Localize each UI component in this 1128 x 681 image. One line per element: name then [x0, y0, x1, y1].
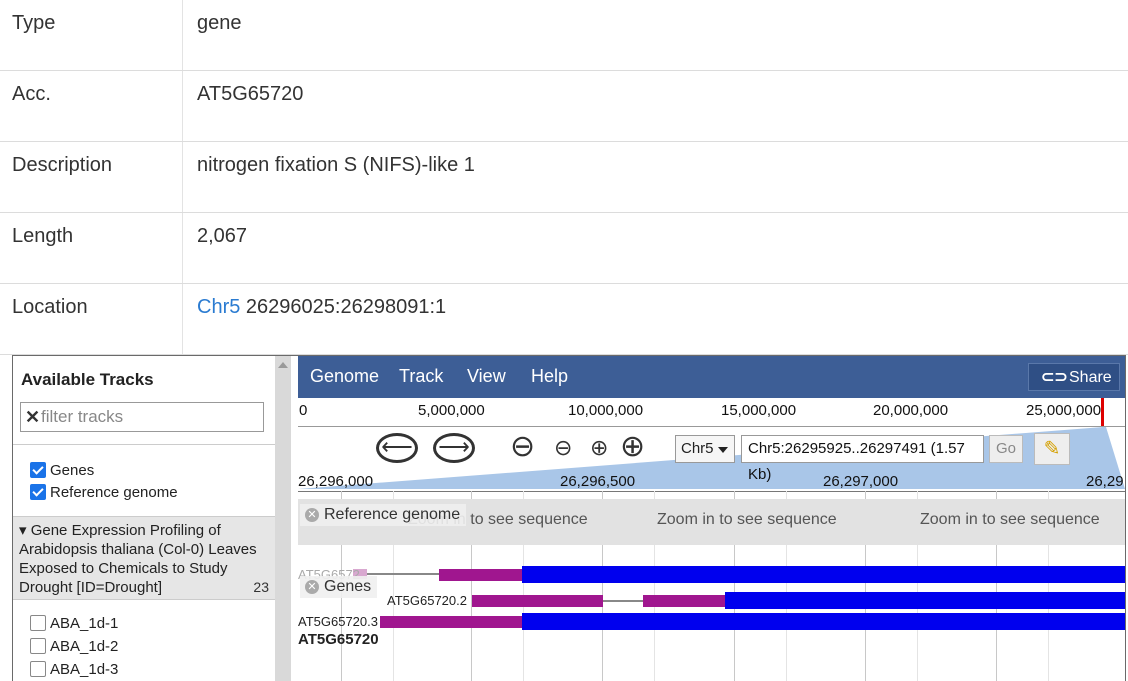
- zoom-in-large-icon[interactable]: ⊕: [620, 429, 645, 464]
- menu-view[interactable]: View: [467, 366, 506, 387]
- zoom-out-small-icon[interactable]: ⊖: [554, 435, 572, 461]
- cds-segment[interactable]: [522, 613, 1125, 630]
- info-row-location: Location Chr5 26296025:26298091:1: [0, 284, 1128, 355]
- location-input[interactable]: Chr5:26295925..26297491 (1.57 Kb): [741, 435, 984, 483]
- gene-name-label: AT5G65720: [298, 631, 379, 648]
- chromosome-select[interactable]: Chr5: [675, 435, 735, 463]
- panel-scrollbar[interactable]: [275, 356, 291, 681]
- highlight-pencil-button[interactable]: ✎: [1034, 433, 1070, 465]
- detail-ruler: 26,296,000 26,296,500 26,297,000 26,29: [298, 473, 1125, 492]
- close-track-icon[interactable]: ✕: [305, 580, 319, 594]
- location-coordinates: 26296025:26298091:1: [240, 296, 447, 318]
- info-value: AT5G65720: [197, 83, 304, 105]
- overview-tick: 15,000,000: [721, 402, 797, 419]
- feature-label: AT5G65720.2: [387, 593, 467, 608]
- info-row-length: Length 2,067: [0, 213, 1128, 284]
- category-count: 23: [253, 579, 269, 595]
- track-label-aba-1d-2[interactable]: ABA_1d-2: [50, 638, 118, 655]
- utr-segment[interactable]: [472, 595, 603, 607]
- info-row-accession: Acc. AT5G65720: [0, 71, 1128, 142]
- feature-label: AT5G65720.3: [298, 614, 378, 629]
- checkbox-aba-1d-2[interactable]: [30, 638, 46, 654]
- scroll-up-icon[interactable]: [278, 362, 288, 368]
- track-category[interactable]: ▾ Gene Expression Profiling of Arabidops…: [13, 516, 275, 600]
- divider: [13, 444, 275, 445]
- share-label: Share: [1069, 369, 1112, 386]
- track-label-genes[interactable]: Genes: [50, 462, 94, 479]
- info-value: nitrogen fixation S (NIFS)-like 1: [197, 154, 475, 176]
- pan-right-button[interactable]: ⟶: [433, 433, 475, 463]
- chromosome-link[interactable]: Chr5: [197, 296, 240, 318]
- checkbox-aba-1d-1[interactable]: [30, 615, 46, 631]
- filter-tracks-input[interactable]: ✕ filter tracks: [20, 402, 264, 432]
- category-label: ▾ Gene Expression Profiling of Arabidops…: [19, 522, 257, 596]
- detail-tick: 26,296,500: [560, 473, 636, 490]
- zoom-message: Zoom in to see sequence: [920, 511, 1100, 528]
- checkbox-reference-genome[interactable]: [30, 484, 46, 500]
- reference-genome-track-label[interactable]: ✕ Reference genome: [300, 504, 467, 526]
- column-divider: [182, 213, 183, 283]
- close-track-icon[interactable]: ✕: [305, 508, 319, 522]
- genes-track-label[interactable]: ✕ Genes: [300, 576, 378, 598]
- info-value: gene: [197, 12, 242, 34]
- menu-bar: Genome Track View Help ⊂⊃ Share: [298, 356, 1125, 398]
- menu-help[interactable]: Help: [531, 366, 568, 387]
- cds-segment[interactable]: [522, 566, 1125, 583]
- info-value: 2,067: [197, 225, 248, 247]
- navigation-bar: ⟵ ⟶ ⊖ ⊖ ⊕ ⊕ Chr5 Chr5:26295925..26297491…: [298, 427, 1125, 483]
- genome-browser: Available Tracks ✕ filter tracks Genes R…: [12, 355, 1126, 681]
- info-value: Chr5 26296025:26298091:1: [197, 284, 446, 330]
- chevron-down-icon: [718, 447, 728, 453]
- share-button[interactable]: ⊂⊃ Share: [1028, 363, 1120, 391]
- info-row-type: Type gene: [0, 0, 1128, 71]
- info-key: Acc.: [12, 83, 51, 105]
- column-divider: [182, 0, 183, 70]
- menu-genome[interactable]: Genome: [310, 366, 379, 387]
- intron-line: [603, 600, 643, 602]
- panel-title: Available Tracks: [21, 370, 154, 389]
- column-divider: [182, 142, 183, 212]
- utr-segment[interactable]: [643, 595, 725, 607]
- zoom-message: Zoom in to see sequence: [657, 511, 837, 528]
- info-key: Length: [12, 225, 74, 247]
- overview-tick: 25,000,000: [1026, 402, 1102, 419]
- column-divider: [182, 71, 183, 141]
- overview-tick: 10,000,000: [568, 402, 644, 419]
- genome-view: Genome Track View Help ⊂⊃ Share 0 5,000,…: [298, 356, 1125, 681]
- detail-tick: 26,29: [1086, 473, 1124, 490]
- current-region-marker[interactable]: [1101, 398, 1104, 426]
- info-key: Type: [12, 12, 56, 34]
- overview-tick: 20,000,000: [873, 402, 949, 419]
- info-key: Location: [12, 296, 88, 318]
- zoom-in-small-icon[interactable]: ⊕: [590, 435, 608, 461]
- go-button[interactable]: Go: [989, 435, 1023, 463]
- track-label-aba-1d-3[interactable]: ABA_1d-3: [50, 661, 118, 678]
- zoom-out-large-icon[interactable]: ⊖: [510, 429, 535, 464]
- clear-filter-icon[interactable]: ✕: [25, 403, 40, 431]
- cds-segment[interactable]: [725, 592, 1125, 609]
- overview-tick: 5,000,000: [418, 402, 485, 419]
- chromosome-value: Chr5: [681, 440, 714, 457]
- available-tracks-panel: Available Tracks ✕ filter tracks Genes R…: [13, 356, 276, 681]
- filter-placeholder: filter tracks: [41, 407, 124, 426]
- checkbox-genes[interactable]: [30, 462, 46, 478]
- checkbox-aba-1d-3[interactable]: [30, 661, 46, 677]
- utr-segment[interactable]: [439, 569, 522, 581]
- overview-tick: 0: [299, 402, 308, 419]
- info-row-description: Description nitrogen fixation S (NIFS)-l…: [0, 142, 1128, 213]
- gene-info-table: Type gene Acc. AT5G65720 Description nit…: [0, 0, 1128, 355]
- track-area[interactable]: Zoom in to see sequence Zoom in to see s…: [298, 491, 1125, 681]
- detail-tick: 26,297,000: [823, 473, 899, 490]
- menu-track[interactable]: Track: [399, 366, 443, 387]
- link-icon: ⊂⊃: [1041, 369, 1068, 386]
- overview-ruler[interactable]: 0 5,000,000 10,000,000 15,000,000 20,000…: [298, 398, 1125, 427]
- track-label-reference-genome[interactable]: Reference genome: [50, 484, 178, 501]
- utr-segment[interactable]: [380, 616, 522, 628]
- pan-left-button[interactable]: ⟵: [376, 433, 418, 463]
- intron-line: [367, 573, 439, 575]
- track-label-aba-1d-1[interactable]: ABA_1d-1: [50, 615, 118, 632]
- column-divider: [182, 284, 183, 354]
- detail-tick: 26,296,000: [298, 473, 374, 490]
- info-key: Description: [12, 154, 113, 176]
